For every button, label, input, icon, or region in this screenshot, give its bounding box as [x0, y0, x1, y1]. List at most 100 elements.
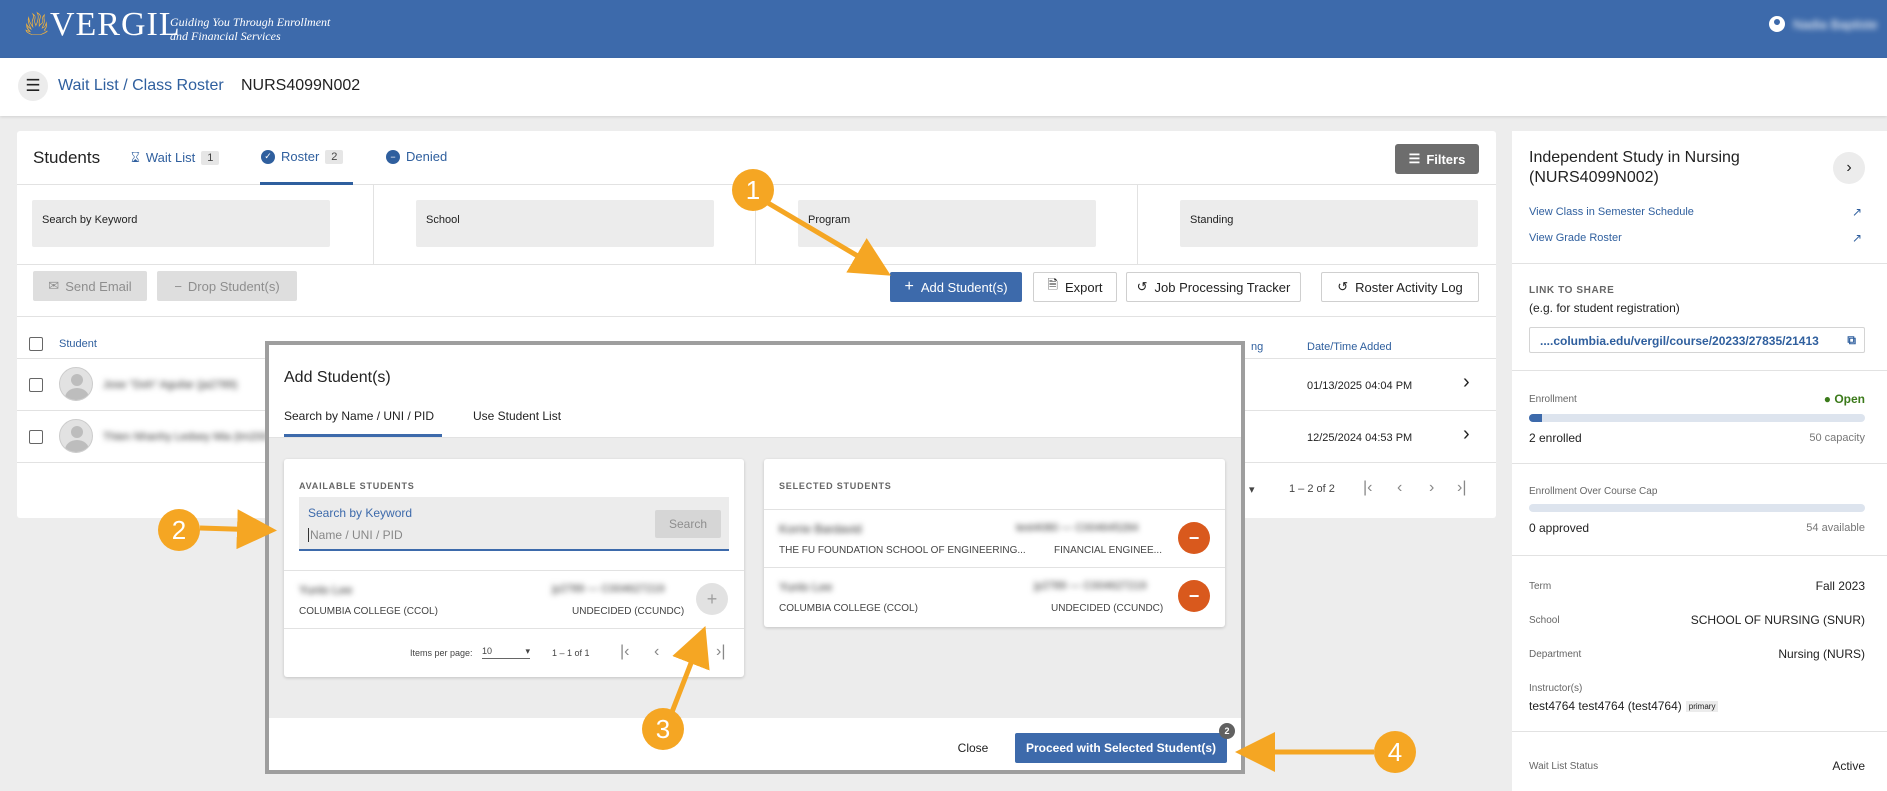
export-button[interactable]: 🗎︎ Export: [1033, 272, 1117, 302]
school-filter[interactable]: School: [416, 200, 714, 247]
prev-page-icon[interactable]: ‹: [654, 643, 659, 661]
search-label: Search by Keyword: [308, 506, 413, 520]
last-page-icon[interactable]: ›|: [716, 643, 725, 661]
search-button[interactable]: Search: [655, 510, 721, 538]
student-name: Korrie Bardavid: [779, 522, 862, 536]
divider: [1512, 555, 1887, 556]
annotation-marker-1: 1: [732, 169, 774, 211]
available-pager: Items per page: 10 ▾ 1 – 1 of 1 |‹ ‹ › ›|: [284, 628, 744, 677]
page-range: 1 – 1 of 1: [552, 648, 590, 658]
send-email-button[interactable]: ✉︎ Send Email: [33, 271, 147, 301]
add-students-button[interactable]: + Add Student(s): [890, 272, 1022, 302]
standing-filter[interactable]: Standing: [1180, 200, 1478, 247]
remove-student-button[interactable]: −: [1178, 580, 1210, 612]
user-icon: [1769, 16, 1785, 32]
items-per-page-select[interactable]: 10 ▾: [482, 646, 530, 659]
student-name[interactable]: Jose "Doh" Aguilar (ja2789): [103, 379, 237, 391]
divider: [1512, 370, 1887, 371]
roster-activity-log-button[interactable]: ↺ Roster Activity Log: [1321, 272, 1479, 302]
check-circle-icon: ✓: [261, 149, 275, 164]
envelope-icon: ✉︎: [48, 278, 60, 293]
select-all-checkbox[interactable]: [29, 337, 43, 351]
external-link-icon[interactable]: ↗: [1852, 231, 1862, 245]
tab-use-student-list[interactable]: Use Student List: [473, 409, 561, 423]
minus-icon: −: [174, 278, 182, 294]
user-menu[interactable]: Nadia Baptiste: [1769, 16, 1887, 32]
list-item[interactable]: Korrie Bardavid test4080 — C004645284 TH…: [764, 509, 1225, 567]
column-student[interactable]: Student: [59, 338, 97, 350]
share-link-field[interactable]: ....columbia.edu/vergil/course/20233/278…: [1529, 327, 1865, 353]
first-page-icon[interactable]: |‹: [1363, 479, 1372, 497]
add-students-modal: Add Student(s) Search by Name / UNI / PI…: [265, 341, 1245, 774]
column-standing[interactable]: ng: [1251, 341, 1263, 353]
tab-wait-list[interactable]: ⌛︎ Wait List 1: [131, 149, 220, 166]
tab-roster[interactable]: ✓ Roster 2: [261, 149, 344, 164]
chevron-right-icon[interactable]: ›: [1463, 371, 1470, 394]
avatar: [59, 419, 93, 453]
student-program: UNDECIDED (CCUNDC): [1051, 603, 1164, 614]
enrollment-progress: [1529, 414, 1865, 422]
divider: [1512, 731, 1887, 732]
date-added: 12/25/2024 04:53 PM: [1307, 432, 1413, 444]
next-page-icon[interactable]: ›: [684, 643, 689, 661]
job-processing-tracker-button[interactable]: ↺ Job Processing Tracker: [1126, 272, 1301, 302]
flame-icon: 🔥︎: [24, 6, 50, 43]
search-input[interactable]: Search by Keyword Name / UNI / PID Searc…: [299, 497, 729, 551]
close-button[interactable]: Close: [943, 733, 1003, 763]
first-page-icon[interactable]: |‹: [620, 643, 629, 661]
vergil-logo[interactable]: 🔥︎VERGIL: [24, 6, 181, 44]
row-checkbox[interactable]: [29, 378, 43, 392]
hamburger-menu-button[interactable]: ☰: [18, 71, 48, 101]
student-name[interactable]: Thien Nhanhy Ledsey Mia (tm2001): [103, 431, 278, 443]
list-item[interactable]: Yunlo Lee jy2789 — C004627219 COLUMBIA C…: [284, 570, 744, 628]
modal-body: AVAILABLE STUDENTS Search by Keyword Nam…: [269, 438, 1241, 718]
add-student-button[interactable]: +: [696, 583, 728, 615]
student-id: jy2789 — C004627219: [552, 583, 665, 595]
view-schedule-link[interactable]: View Class in Semester Schedule: [1529, 206, 1694, 218]
minus-icon: −: [1188, 585, 1200, 606]
arrow-2: [199, 509, 277, 550]
list-item[interactable]: Yunlo Lee jy2789 — C004627219 COLUMBIA C…: [764, 567, 1225, 627]
over-cap-label: Enrollment Over Course Cap: [1529, 486, 1658, 497]
keyword-filter[interactable]: Search by Keyword: [32, 200, 330, 247]
student-program: FINANCIAL ENGINEE...: [1054, 545, 1162, 556]
external-link-icon[interactable]: ↗: [1852, 205, 1862, 219]
student-school: COLUMBIA COLLEGE (CCOL): [299, 606, 438, 617]
next-page-icon[interactable]: ›: [1429, 479, 1434, 497]
breadcrumb-link[interactable]: Wait List / Class Roster: [58, 77, 224, 95]
add-students-label: Add Student(s): [920, 279, 1008, 295]
filters-button[interactable]: ☰ Filters: [1395, 144, 1479, 174]
drop-students-button[interactable]: − Drop Student(s): [157, 271, 297, 301]
chevron-right-icon[interactable]: ›: [1463, 423, 1470, 446]
available-count: 54 available: [1806, 522, 1865, 534]
last-page-icon[interactable]: ›|: [1457, 479, 1466, 497]
minus-circle-icon: −: [386, 149, 400, 164]
filter-cell: Program: [756, 185, 1138, 265]
tab-search-by-name[interactable]: Search by Name / UNI / PID: [284, 409, 434, 423]
students-title: Students: [33, 148, 101, 167]
items-per-page-label: Items per page:: [410, 648, 473, 658]
student-id: jy2789 — C004627219: [1034, 580, 1147, 592]
instructor-role-badge: primary: [1685, 701, 1719, 713]
prev-page-icon[interactable]: ‹: [1397, 479, 1402, 497]
view-grade-roster-link[interactable]: View Grade Roster: [1529, 232, 1622, 244]
tab-denied[interactable]: − Denied: [386, 149, 447, 164]
course-sidebar: Independent Study in Nursing (NURS4099N0…: [1512, 131, 1887, 791]
program-filter[interactable]: Program: [798, 200, 1096, 247]
student-school: THE FU FOUNDATION SCHOOL OF ENGINEERING.…: [779, 545, 1026, 556]
filter-cell: Standing: [1138, 185, 1496, 265]
sidebar-expand-button[interactable]: ›: [1833, 152, 1865, 184]
row-checkbox[interactable]: [29, 430, 43, 444]
copy-icon[interactable]: ⧉: [1847, 333, 1856, 348]
user-name: Nadia Baptiste: [1793, 16, 1878, 32]
term-label: Term: [1529, 581, 1552, 592]
hamburger-icon: ☰: [25, 76, 41, 95]
tab-label: Roster: [281, 149, 320, 164]
proceed-button[interactable]: Proceed with Selected Student(s): [1015, 733, 1227, 763]
drop-students-label: Drop Student(s): [187, 278, 280, 294]
history-icon: ↺: [1337, 279, 1349, 294]
page-size-dropdown[interactable]: ▾: [1249, 483, 1255, 496]
remove-student-button[interactable]: −: [1178, 522, 1210, 554]
student-id: test4080 — C004645284: [1016, 522, 1139, 534]
column-date-added[interactable]: Date/Time Added: [1307, 341, 1392, 353]
